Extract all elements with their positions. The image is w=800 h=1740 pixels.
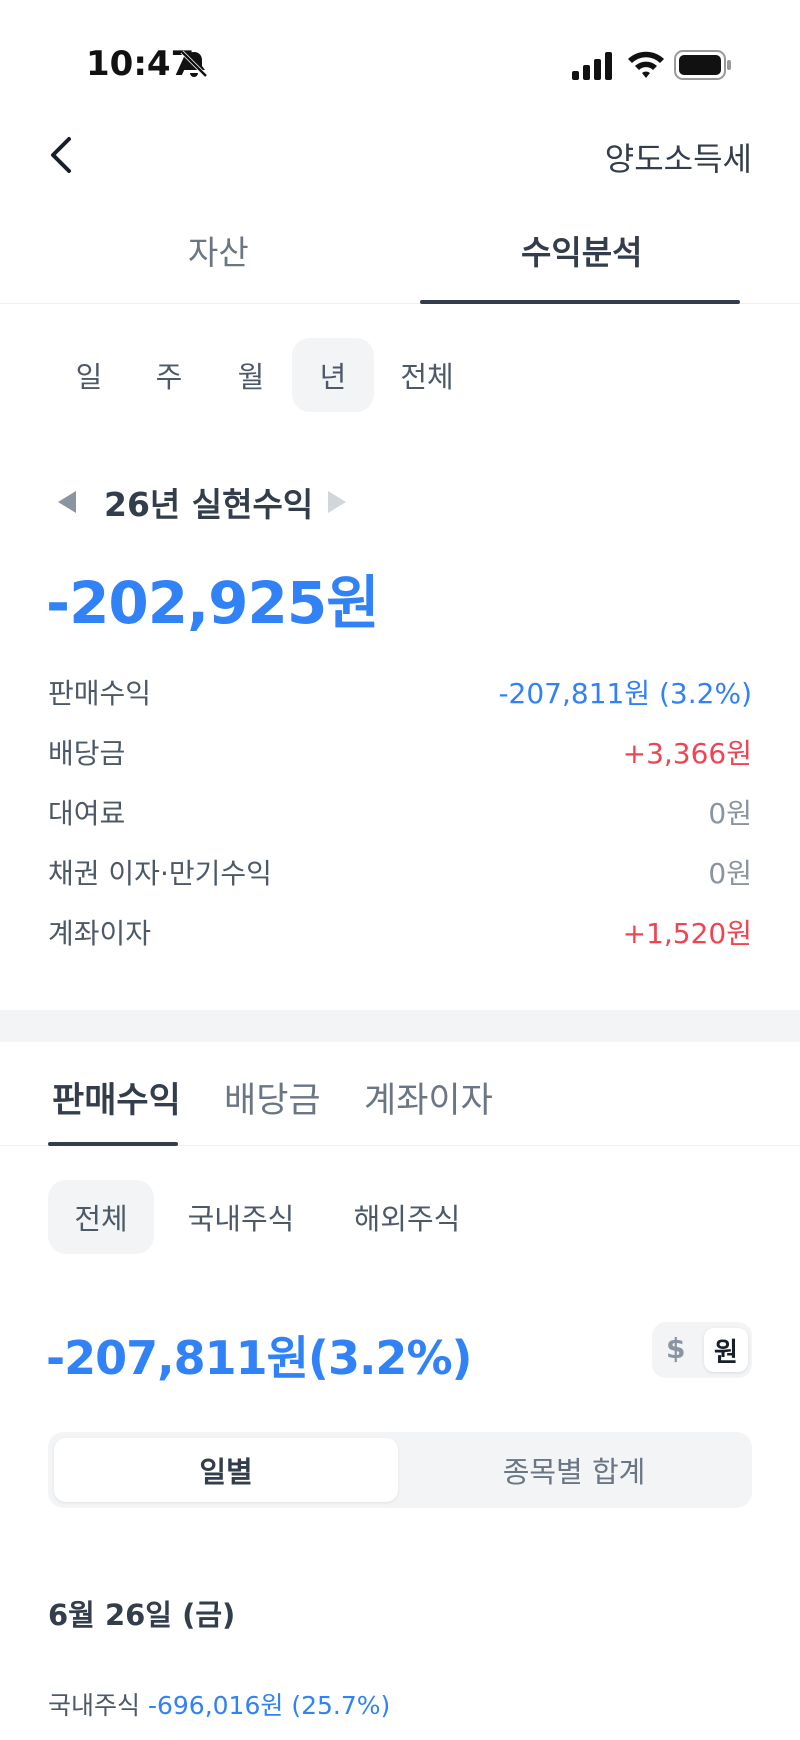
tab-indicator	[420, 300, 740, 304]
daily-item-value: -696,016원 (25.7%)	[147, 1691, 391, 1720]
sub-tab-indicator	[48, 1142, 178, 1146]
back-button[interactable]	[38, 130, 82, 180]
currency-toggle[interactable]: $ 원	[652, 1322, 752, 1378]
breakdown-label: 계좌이자	[48, 917, 152, 950]
market-chip-domestic[interactable]: 국내주식	[176, 1180, 306, 1254]
period-chip-month[interactable]: 월	[222, 338, 280, 412]
currency-krw-option[interactable]: 원	[704, 1328, 748, 1372]
section-divider	[0, 1010, 800, 1042]
summary-title: 26년 실현수익	[104, 485, 314, 524]
list-item[interactable]: 국내주식 -696,016원 (25.7%)	[48, 1686, 390, 1722]
breakdown-value: 0원	[708, 797, 752, 830]
breakdown-label: 배당금	[48, 737, 126, 770]
tab-dividend[interactable]: 배당금	[224, 1072, 321, 1123]
segment-daily[interactable]: 일별	[54, 1438, 398, 1502]
breakdown-value: +3,366원	[622, 737, 752, 770]
tab-profit-analysis[interactable]: 수익분석	[521, 226, 642, 274]
breakdown-value: +1,520원	[622, 917, 752, 950]
breakdown-label: 판매수익	[48, 677, 152, 710]
daily-item-label: 국내주식	[48, 1691, 141, 1720]
wifi-icon	[628, 51, 664, 78]
breakdown-row-dividend: 배당금 +3,366원	[48, 732, 752, 776]
period-chip-day[interactable]: 일	[60, 338, 118, 412]
cellular-signal-icon	[572, 52, 612, 80]
period-chip-year[interactable]: 년	[292, 338, 374, 412]
breakdown-label: 채권 이자·만기수익	[48, 857, 272, 890]
tab-assets[interactable]: 자산	[188, 226, 249, 274]
sale-profit-total: -207,811원(3.2%)	[46, 1331, 473, 1385]
triangle-left-icon[interactable]	[54, 488, 82, 516]
breakdown-label: 대여료	[48, 797, 126, 830]
view-segment-control: 일별 종목별 합계	[48, 1432, 752, 1508]
tab-sale-profit[interactable]: 판매수익	[52, 1072, 181, 1123]
triangle-right-icon[interactable]	[322, 488, 350, 516]
market-chip-overseas[interactable]: 해외주식	[342, 1180, 472, 1254]
period-chip-all[interactable]: 전체	[388, 338, 466, 412]
breakdown-row-bond: 채권 이자·만기수익 0원	[48, 852, 752, 896]
bell-slash-icon	[180, 50, 208, 78]
segment-by-stock[interactable]: 종목별 합계	[402, 1438, 746, 1502]
tab-account-interest[interactable]: 계좌이자	[364, 1072, 493, 1123]
capital-gains-tax-button[interactable]: 양도소득세	[605, 134, 752, 180]
market-chip-all[interactable]: 전체	[48, 1180, 154, 1254]
top-tabs: 자산 수익분석	[0, 200, 800, 304]
screen: 10:47 양도소득세 자산 수익분석 일 주 월 년 전체 26년 실현수익 …	[0, 0, 800, 1740]
battery-icon	[674, 50, 731, 80]
period-chip-week[interactable]: 주	[140, 338, 198, 412]
currency-usd-option[interactable]: $	[666, 1332, 685, 1365]
date-heading: 6월 26일 (금)	[48, 1598, 236, 1632]
breakdown-value: 0원	[708, 857, 752, 890]
breakdown-value: -207,811원 (3.2%)	[498, 677, 752, 710]
chevron-left-icon	[51, 137, 71, 173]
breakdown-row-sale: 판매수익 -207,811원 (3.2%)	[48, 672, 752, 716]
sub-tabs: 판매수익 배당금 계좌이자	[0, 1042, 800, 1146]
summary-total: -202,925원	[46, 569, 380, 637]
breakdown-row-rental: 대여료 0원	[48, 792, 752, 836]
status-bar: 10:47	[0, 0, 800, 130]
breakdown-row-interest: 계좌이자 +1,520원	[48, 912, 752, 956]
